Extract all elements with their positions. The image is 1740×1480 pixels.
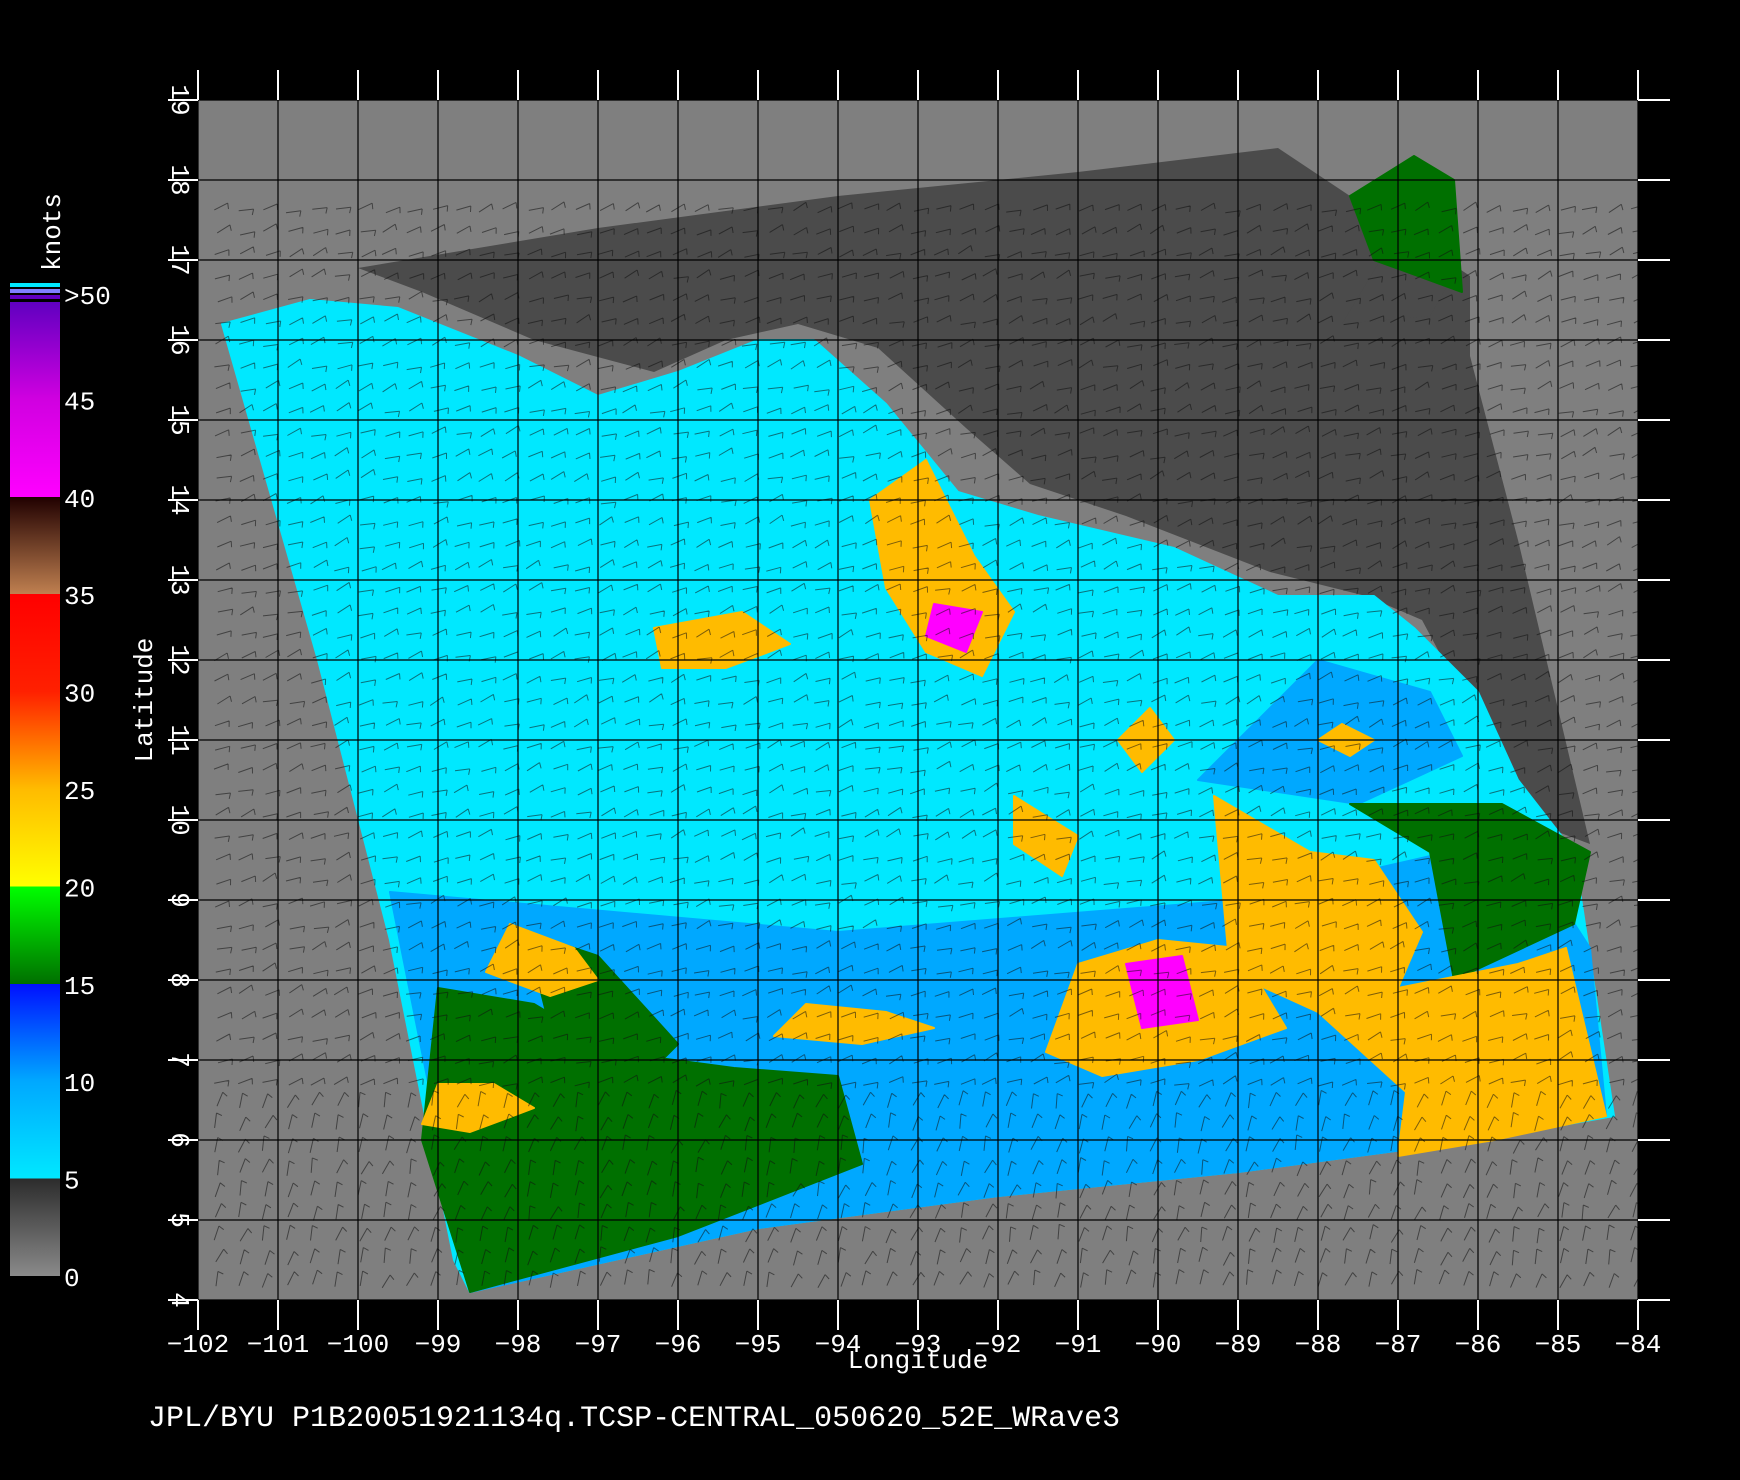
lat-tick-label: 6 [164,1132,194,1148]
lat-tick-label: 17 [164,244,194,275]
lat-tick-label: 10 [164,804,194,835]
lon-tick-label: −95 [735,1330,782,1360]
colorbar-top-stripe [10,295,60,299]
figure-caption: JPL/BYU P1B20051921134q.TCSP-CENTRAL_050… [148,1402,1121,1436]
lon-tick-label: −84 [1615,1330,1662,1360]
lat-tick-label: 18 [164,164,194,195]
lat-tick-label: 5 [164,1212,194,1228]
colorbar-label: 10 [64,1069,95,1099]
lon-tick-label: −89 [1215,1330,1262,1360]
map-figure: −102 −101 −100 −99 −98 −97 −96 −95 −94 −93 −92 −91−… [10,70,1670,1376]
lon-tick-label: −90 [1135,1330,1182,1360]
lon-tick-label: −91 [1055,1330,1102,1360]
lat-tick-label: 19 [164,84,194,115]
lat-tick-label: 12 [164,644,194,675]
colorbar-labels: >50 45 40 35 30 25 20 15 10 5 0 [64,282,111,1294]
x-axis-title: Longitude [848,1346,988,1376]
lat-tick-label: 16 [164,324,194,355]
lon-tick-label: −88 [1295,1330,1342,1360]
latitude-tick-labels: 4 5 6 7 8 9 10 11 12 13 14 15 16 17 18 19 [164,84,194,1307]
colorbar-label: 25 [64,777,95,807]
colorbar-label: 35 [64,582,95,612]
lon-tick-label: −86 [1455,1330,1502,1360]
colorbar-label: 5 [64,1167,80,1197]
lat-tick-label: 11 [164,724,194,755]
colorbar: knots >50 45 40 35 30 25 20 15 10 5 0 [10,193,111,1294]
colorbar-top-stripe [10,289,60,293]
lon-tick-label: −85 [1535,1330,1582,1360]
lat-tick-label: 7 [164,1052,194,1068]
colorbar-label: 45 [64,387,95,417]
lon-tick-label: −100 [327,1330,389,1360]
colorbar-label: 0 [64,1264,80,1294]
colorbar-title: knots [38,193,68,271]
colorbar-label: >50 [64,282,111,312]
lat-tick-label: 9 [164,892,194,908]
lon-tick-label: −99 [415,1330,462,1360]
lat-tick-label: 8 [164,972,194,988]
colorbar-gradient [10,302,60,1276]
lat-tick-label: 15 [164,404,194,435]
y-axis-title: Latitude [130,638,160,763]
lon-tick-label: −87 [1375,1330,1422,1360]
lon-tick-label: −101 [247,1330,309,1360]
lat-tick-label: 4 [164,1292,194,1308]
lat-tick-label: 14 [164,484,194,515]
lat-tick-label: 13 [164,564,194,595]
lon-tick-label: −97 [575,1330,622,1360]
colorbar-label: 40 [64,485,95,515]
lon-tick-label: −102 [167,1330,229,1360]
lon-tick-label: −96 [655,1330,702,1360]
lon-tick-label: −98 [495,1330,542,1360]
colorbar-label: 20 [64,874,95,904]
plot-area [168,70,1670,1330]
colorbar-label: 15 [64,972,95,1002]
scatterometer-wind-map: −102 −101 −100 −99 −98 −97 −96 −95 −94 −93 −92 −91−… [0,0,1740,1480]
colorbar-label: 30 [64,680,95,710]
colorbar-top-stripe [10,283,60,287]
